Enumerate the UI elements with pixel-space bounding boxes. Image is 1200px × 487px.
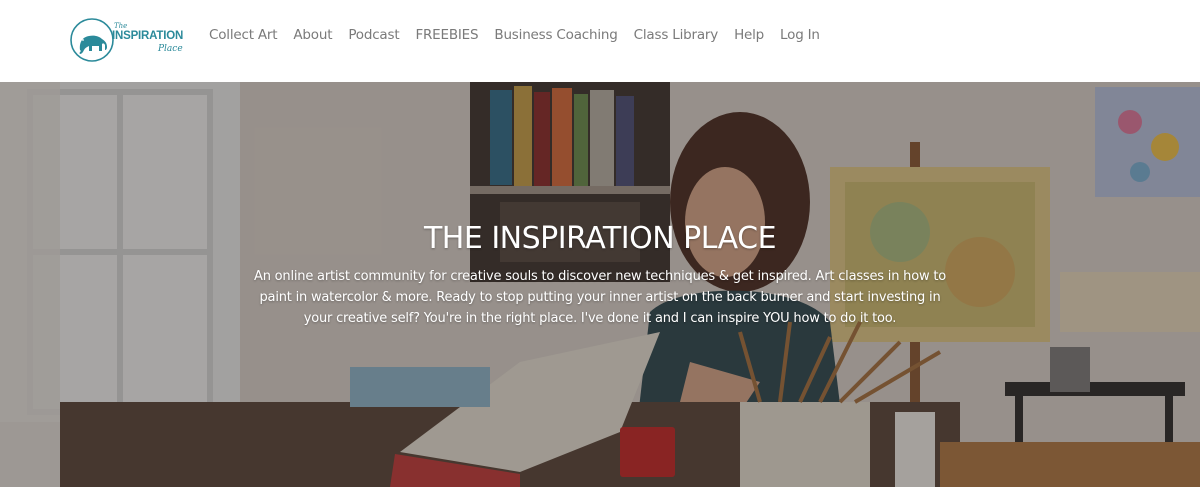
nav-about[interactable]: About [293, 27, 332, 43]
hero-description: An online artist community for creative … [254, 269, 946, 326]
elephant-logo-icon [70, 18, 114, 62]
nav-help[interactable]: Help [734, 27, 764, 43]
nav-collect-art[interactable]: Collect Art [209, 27, 278, 43]
logo-place: Place [158, 44, 183, 54]
nav-podcast[interactable]: Podcast [348, 27, 399, 43]
nav-business-coaching[interactable]: Business Coaching [494, 27, 617, 43]
logo-name: INSPIRATION [112, 30, 184, 42]
logo-the: The [114, 22, 128, 30]
nav-log-in[interactable]: Log In [780, 27, 820, 43]
site-logo[interactable]: The INSPIRATION Place [68, 16, 192, 64]
hero-content: THE INSPIRATION PLACE An online artist c… [250, 218, 950, 329]
hero-title: THE INSPIRATION PLACE [423, 221, 777, 256]
hero-banner: THE INSPIRATION PLACE An online artist c… [0, 82, 1200, 487]
site-header: The INSPIRATION Place Collect Art About … [0, 0, 1200, 82]
main-nav: Collect Art About Podcast FREEBIES Busin… [209, 27, 836, 43]
nav-freebies[interactable]: FREEBIES [415, 27, 478, 43]
logo-wordmark: The INSPIRATION Place [112, 16, 188, 64]
nav-class-library[interactable]: Class Library [634, 27, 719, 43]
